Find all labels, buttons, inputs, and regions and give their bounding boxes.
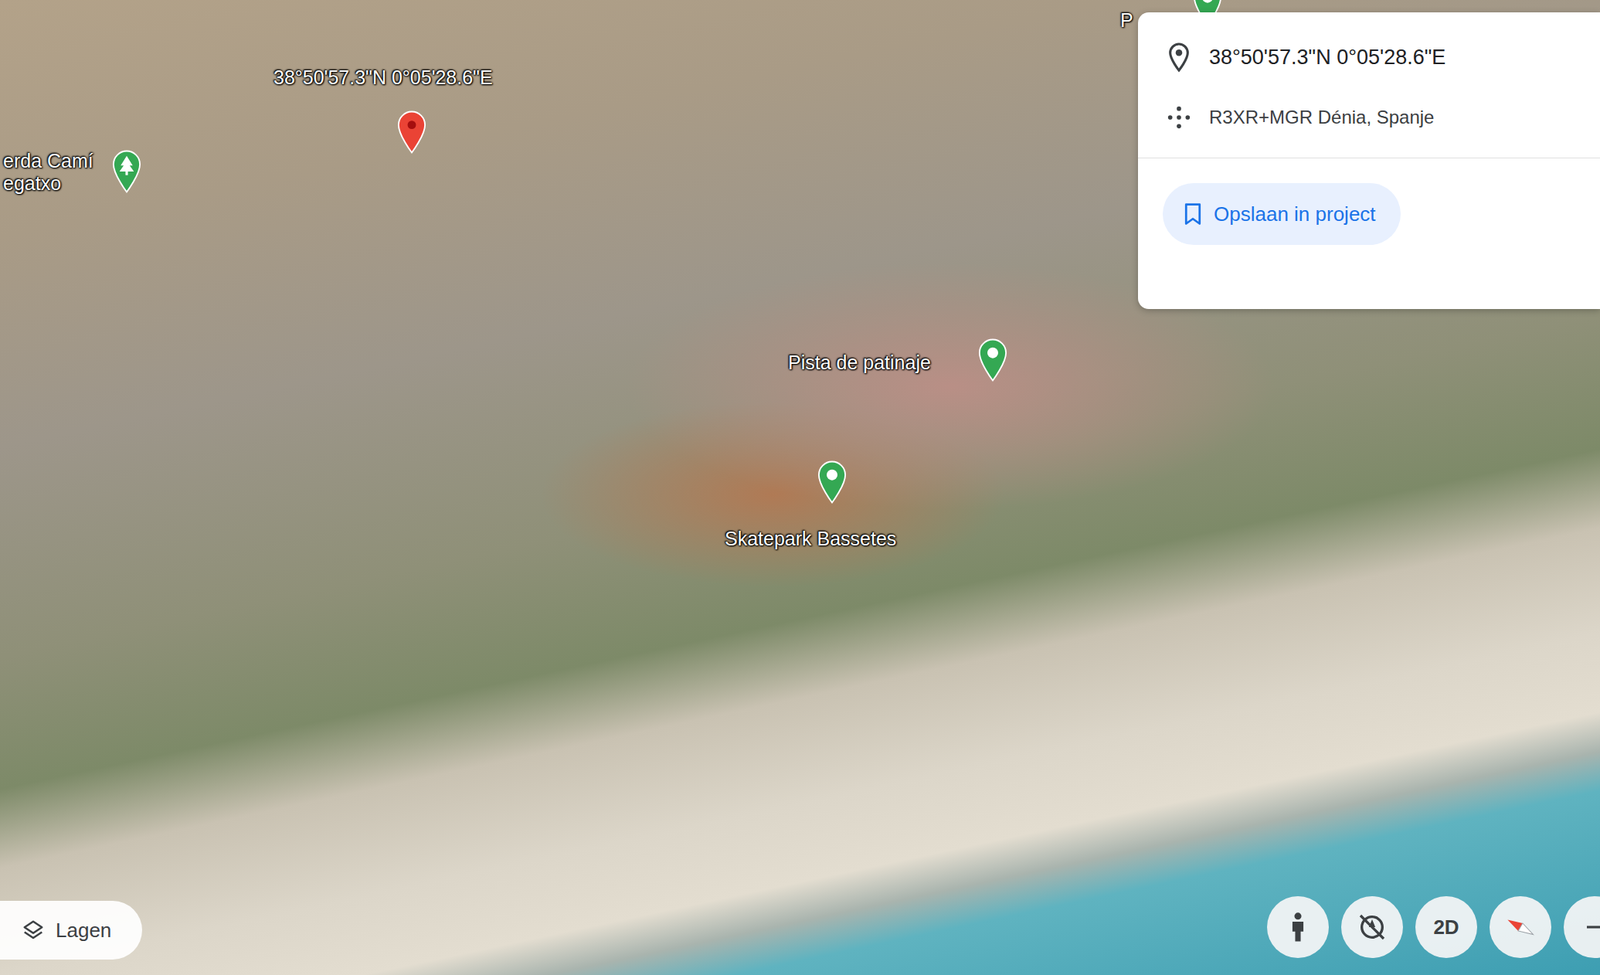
coordinates-text[interactable]: 38°50'57.3"N 0°05'28.6"E (1209, 45, 1446, 70)
place-pin-icon[interactable] (978, 338, 1008, 382)
place-label[interactable]: 38°50'57.3"N 0°05'28.6"E (273, 66, 493, 89)
view-button[interactable]: 2D (1415, 896, 1478, 958)
plus-code-text[interactable]: R3XR+MGR Dénia, Spanje (1209, 106, 1434, 129)
save-to-project-button[interactable]: Opslaan in project (1162, 183, 1401, 245)
pegman-icon (1284, 911, 1312, 943)
layers-icon (21, 918, 45, 942)
info-panel: 38°50'57.3"N 0°05'28.6"E R3XR+MGR Dénia, … (1138, 12, 1600, 310)
bookmark-icon (1182, 202, 1203, 226)
tilt-button[interactable] (1341, 896, 1403, 958)
panel-divider (1138, 157, 1600, 159)
map-controls: 2D (1267, 896, 1600, 958)
park-pin-icon[interactable] (112, 149, 142, 194)
google-earth-view: 38°50'57.3"N 0°05'28.6"E erda Camí egatxo… (0, 0, 1600, 975)
plus-code-icon (1165, 101, 1193, 133)
compass-icon (1502, 909, 1539, 945)
compass-button[interactable] (1489, 896, 1552, 958)
zoom-button[interactable] (1563, 896, 1600, 958)
place-label[interactable]: Skatepark Bassetes (724, 527, 897, 551)
pegman-button[interactable] (1267, 896, 1329, 958)
place-label[interactable]: Pista de patinaje (788, 351, 931, 374)
place-pin-icon[interactable] (817, 460, 847, 504)
tilt-icon (1356, 911, 1388, 943)
place-label[interactable]: erda Camí egatxo (3, 149, 94, 195)
layers-button[interactable]: Lagen (0, 900, 143, 960)
dropped-pin-icon[interactable] (397, 110, 427, 154)
zoom-out-icon (1583, 915, 1600, 939)
place-label[interactable]: P (1120, 9, 1134, 32)
location-pin-icon (1165, 41, 1193, 73)
